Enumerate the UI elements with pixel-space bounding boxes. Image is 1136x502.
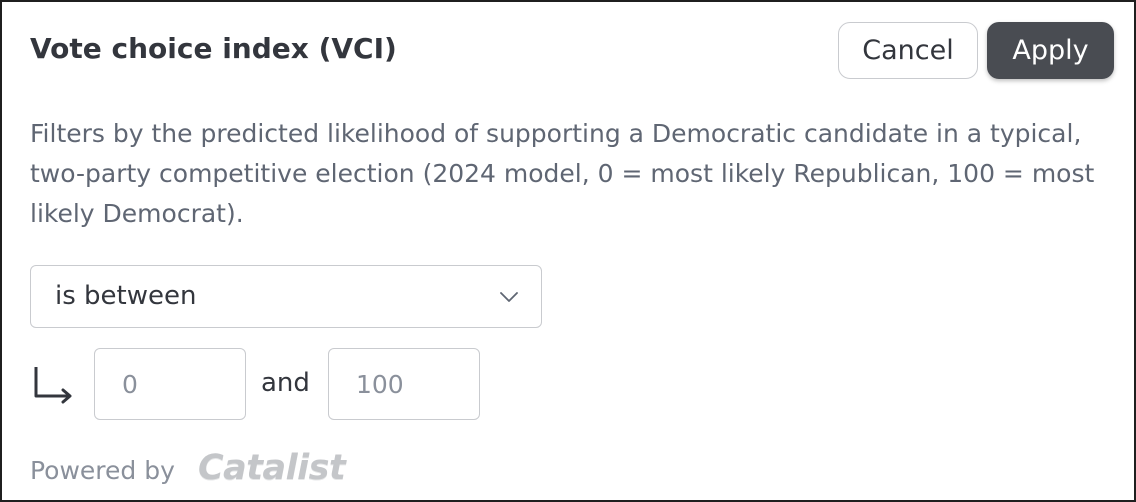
dialog-title: Vote choice index (VCI) bbox=[30, 32, 397, 65]
max-value-input[interactable] bbox=[328, 348, 480, 420]
apply-button[interactable]: Apply bbox=[987, 22, 1114, 79]
min-value-input[interactable] bbox=[94, 348, 246, 420]
powered-by-label: Powered by bbox=[30, 456, 175, 485]
operator-select[interactable]: is between bbox=[30, 265, 542, 328]
arrow-down-right-icon bbox=[34, 367, 72, 404]
and-label: and bbox=[261, 368, 310, 398]
cancel-button[interactable]: Cancel bbox=[838, 22, 978, 79]
vci-filter-dialog: Vote choice index (VCI) Cancel Apply Fil… bbox=[0, 0, 1136, 502]
catalist-logo: Catalist bbox=[198, 448, 346, 488]
filter-description: Filters by the predicted likelihood of s… bbox=[30, 119, 1095, 228]
operator-select-value: is between bbox=[55, 281, 197, 311]
chevron-down-icon bbox=[500, 292, 518, 302]
